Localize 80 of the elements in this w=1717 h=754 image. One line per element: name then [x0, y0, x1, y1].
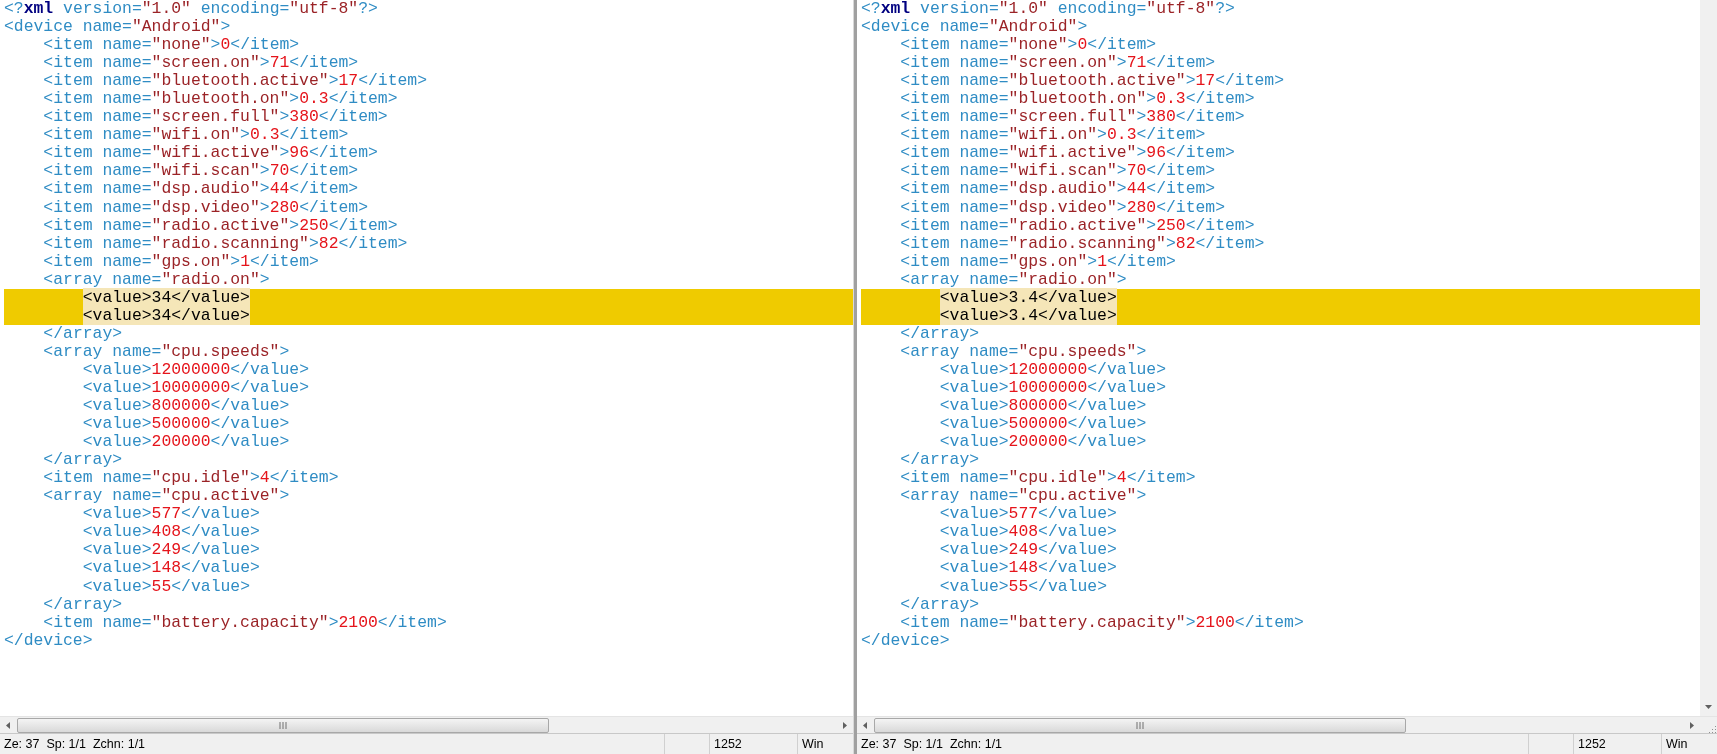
code-line: <item name="none">0</item> [42, 36, 301, 55]
cursor-position: Ze: 37 Sp: 1/1 Zchn: 1/1 [0, 734, 665, 754]
code-line: </array> [899, 451, 981, 470]
code-line: <value>10000000</value> [938, 379, 1167, 398]
code-line: <array name="cpu.active"> [42, 487, 291, 506]
code-line: <value>577</value> [938, 505, 1118, 524]
code-line: <item name="bluetooth.on">0.3</item> [42, 90, 399, 109]
code-line: </array> [899, 595, 981, 614]
code-line: <value>249</value> [938, 541, 1118, 560]
code-line: <value>55</value> [81, 577, 251, 596]
code-line: <device name="Android"> [861, 18, 1089, 37]
grip-icon [1136, 721, 1144, 729]
code-line: <array name="cpu.active"> [899, 487, 1148, 506]
codepage-label: 1252 [710, 734, 798, 754]
code-line: <item name="gps.on">1</item> [42, 252, 320, 271]
code-line: <?xml version="1.0" encoding="utf-8"?> [4, 0, 379, 19]
code-line: <item name="radio.scanning">82</item> [42, 234, 409, 253]
code-line: <item name="cpu.idle">4</item> [899, 469, 1197, 488]
code-line: <array name="cpu.speeds"> [42, 342, 291, 361]
code-line: <item name="wifi.active">96</item> [899, 144, 1236, 163]
code-line: <item name="wifi.scan">70</item> [899, 162, 1217, 181]
code-line: <item name="cpu.idle">4</item> [42, 469, 340, 488]
code-line: <item name="wifi.on">0.3</item> [42, 126, 350, 145]
resize-grip-icon[interactable] [1707, 723, 1717, 734]
code-line: </array> [42, 595, 124, 614]
code-line: <item name="bluetooth.active">17</item> [899, 72, 1286, 91]
code-line: <item name="dsp.audio">44</item> [899, 180, 1217, 199]
code-line: <item name="wifi.active">96</item> [42, 144, 379, 163]
scrollbar-thumb[interactable] [874, 717, 1406, 733]
code-line: <value>12000000</value> [938, 360, 1167, 379]
code-line: <item name="screen.full">380</item> [899, 108, 1246, 127]
code-line: <array name="radio.on"> [899, 270, 1128, 289]
code-line: <array name="radio.on"> [42, 270, 271, 289]
code-line: <value>200000</value> [81, 433, 291, 452]
line-ending-label: Win [801, 736, 825, 753]
code-line: <item name="screen.on">71</item> [899, 54, 1217, 73]
code-line: <value>408</value> [938, 523, 1118, 542]
vertical-scrollbar[interactable] [1700, 0, 1717, 716]
code-line: </array> [42, 451, 124, 470]
code-line: <device name="Android"> [4, 18, 232, 37]
code-line: <value>200000</value> [938, 433, 1148, 452]
code-line: <item name="screen.full">380</item> [42, 108, 389, 127]
code-line: <value>10000000</value> [81, 379, 310, 398]
code-line: <value>408</value> [81, 523, 261, 542]
code-line: <item name="bluetooth.on">0.3</item> [899, 90, 1256, 109]
scrollbar-thumb[interactable] [17, 717, 549, 733]
codepage-label: 1252 [1574, 734, 1662, 754]
code-line: <value>148</value> [938, 559, 1118, 578]
code-line: <array name="cpu.speeds"> [899, 342, 1148, 361]
code-line: <item name="bluetooth.active">17</item> [42, 72, 429, 91]
code-line: <item name="screen.on">71</item> [42, 54, 360, 73]
code-line: <item name="none">0</item> [899, 36, 1158, 55]
line-ending-label: Win [1665, 736, 1689, 753]
code-line: </array> [899, 324, 981, 343]
code-line: <item name="radio.scanning">82</item> [899, 234, 1266, 253]
code-line: <item name="dsp.video">280</item> [899, 198, 1227, 217]
cursor-position: Ze: 37 Sp: 1/1 Zchn: 1/1 [857, 734, 1529, 754]
code-line: <value>12000000</value> [81, 360, 310, 379]
code-line: <value>55</value> [938, 577, 1108, 596]
code-line: </device> [4, 631, 94, 650]
code-line: <item name="gps.on">1</item> [899, 252, 1177, 271]
code-line: </array> [42, 324, 124, 343]
code-line: <item name="battery.capacity">2100</item> [899, 613, 1305, 632]
code-line: <value>500000</value> [938, 415, 1148, 434]
code-line: <value>800000</value> [81, 397, 291, 416]
grip-icon [279, 721, 287, 729]
code-line: <item name="dsp.audio">44</item> [42, 180, 360, 199]
code-line: <item name="radio.active">250</item> [42, 216, 399, 235]
code-line: <value>148</value> [81, 559, 261, 578]
code-line: <value>800000</value> [938, 397, 1148, 416]
code-line: <value>249</value> [81, 541, 261, 560]
code-line: <item name="wifi.on">0.3</item> [899, 126, 1207, 145]
code-line: <item name="battery.capacity">2100</item> [42, 613, 448, 632]
code-line: </device> [861, 631, 951, 650]
code-line: <value>577</value> [81, 505, 261, 524]
code-line: <item name="radio.active">250</item> [899, 216, 1256, 235]
code-line: <item name="dsp.video">280</item> [42, 198, 370, 217]
code-line: <?xml version="1.0" encoding="utf-8"?> [861, 0, 1236, 19]
code-line: <value>500000</value> [81, 415, 291, 434]
code-line: <item name="wifi.scan">70</item> [42, 162, 360, 181]
